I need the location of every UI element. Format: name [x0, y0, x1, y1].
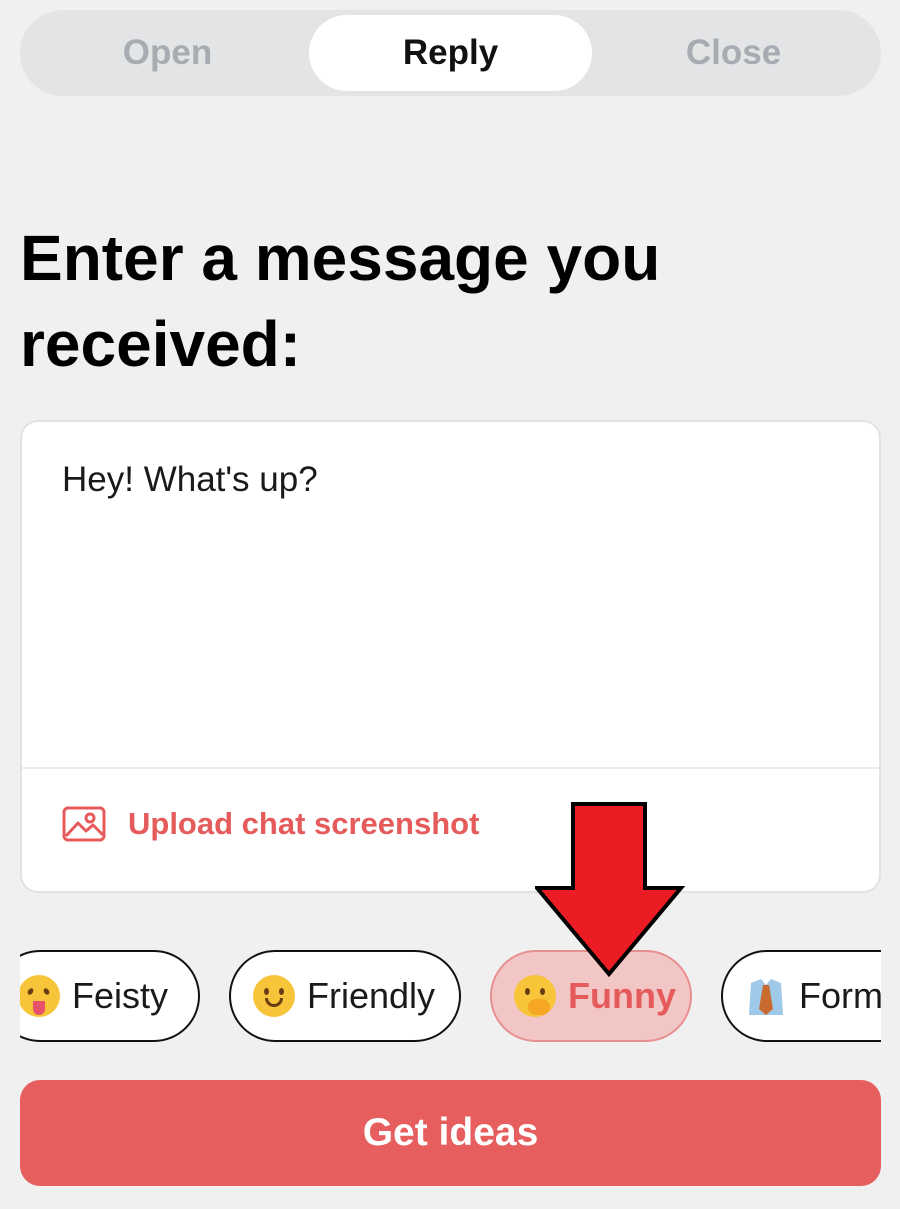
tone-label: Form — [799, 975, 881, 1016]
tone-mode-tabs: Open Reply Close — [20, 10, 881, 96]
message-card: Hey! What's up? Upload chat screenshot — [20, 420, 881, 893]
upload-screenshot-button[interactable]: Upload chat screenshot — [62, 806, 479, 842]
tab-close[interactable]: Close — [592, 15, 875, 91]
smiling-face-icon — [253, 975, 295, 1017]
tab-open[interactable]: Open — [26, 15, 309, 91]
tone-label: Friendly — [307, 975, 436, 1016]
squinting-tongue-face-icon — [20, 975, 60, 1017]
annotation-arrow-icon — [535, 802, 685, 977]
tone-label: Feisty — [72, 975, 169, 1016]
page-title: Enter a message you received: — [20, 222, 661, 380]
image-icon — [62, 806, 106, 842]
tone-label: Funny — [568, 975, 676, 1016]
message-input[interactable]: Hey! What's up? — [62, 460, 318, 500]
tone-chip-feisty[interactable]: Feisty — [20, 950, 200, 1042]
tone-chip-formal[interactable]: Form — [721, 950, 881, 1042]
tone-chips: Feisty Friendly Funny Form — [20, 950, 881, 1042]
tone-chip-friendly[interactable]: Friendly — [229, 950, 461, 1042]
divider — [22, 767, 879, 769]
necktie-shirt-icon — [745, 975, 787, 1017]
get-ideas-button[interactable]: Get ideas — [20, 1080, 881, 1186]
hand-over-mouth-face-icon — [514, 975, 556, 1017]
upload-label: Upload chat screenshot — [128, 806, 480, 841]
tab-reply[interactable]: Reply — [309, 15, 592, 91]
